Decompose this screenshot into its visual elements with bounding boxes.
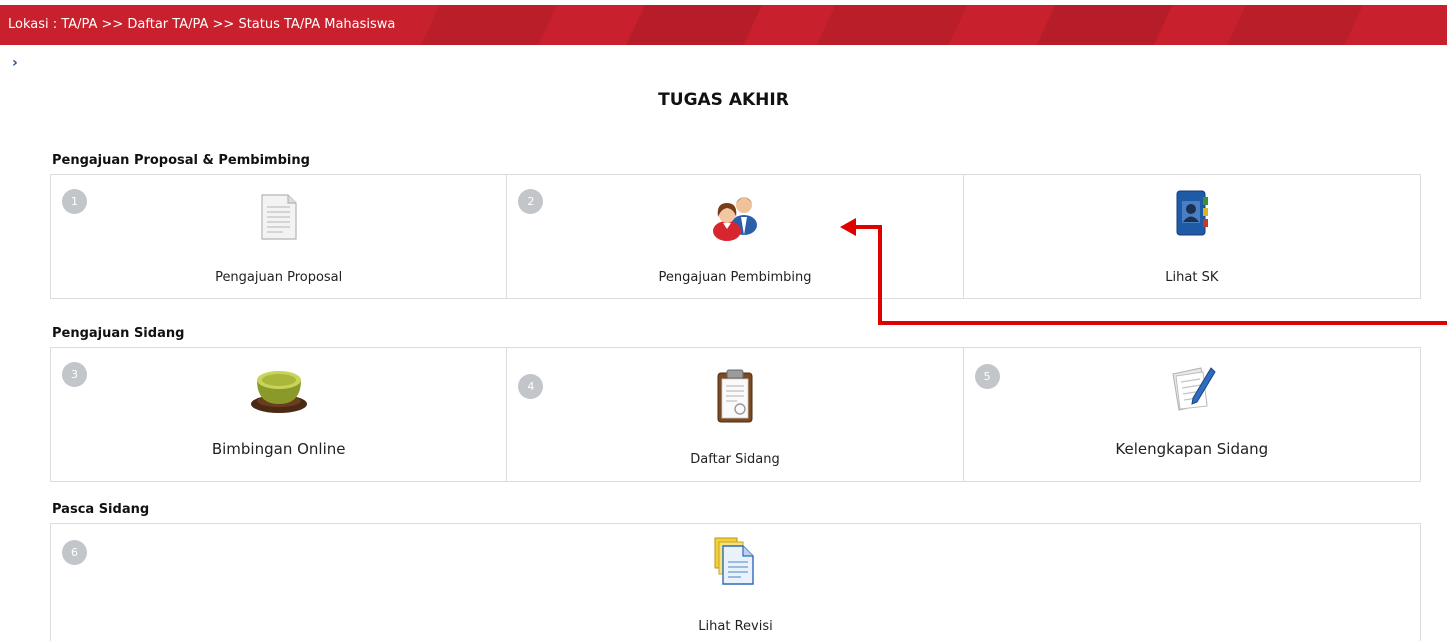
step-badge: 6 bbox=[62, 540, 87, 565]
location-bar: Lokasi : TA/PA >> Daftar TA/PA >> Status… bbox=[0, 5, 1447, 45]
tea-cup-icon bbox=[247, 362, 311, 420]
step-badge: 3 bbox=[62, 362, 87, 387]
people-icon bbox=[711, 191, 759, 245]
sidang-menu-grid: 3 Bimbingan Online 4 Daftar Sidang 5 Kel… bbox=[50, 347, 1421, 482]
menu-label: Daftar Sidang bbox=[690, 452, 780, 467]
notes-pencil-icon bbox=[1167, 364, 1217, 418]
menu-bimbingan-online[interactable]: 3 Bimbingan Online bbox=[51, 348, 508, 481]
page-title: TUGAS AKHIR bbox=[658, 90, 789, 110]
step-badge: 2 bbox=[518, 189, 544, 214]
step-badge: 4 bbox=[518, 374, 544, 399]
menu-label: Kelengkapan Sidang bbox=[1115, 440, 1269, 458]
clipboard-icon bbox=[715, 368, 755, 428]
document-icon bbox=[259, 193, 299, 245]
annotation-arrow-icon bbox=[840, 218, 1447, 325]
step-badge: 1 bbox=[62, 189, 87, 214]
section-title-proposal: Pengajuan Proposal & Pembimbing bbox=[52, 153, 310, 168]
section-title-sidang: Pengajuan Sidang bbox=[52, 326, 185, 341]
section-title-pasca-sidang: Pasca Sidang bbox=[52, 502, 150, 517]
menu-label: Bimbingan Online bbox=[211, 440, 346, 458]
sidebar-toggle-icon[interactable]: › bbox=[12, 55, 18, 71]
menu-pengajuan-proposal[interactable]: 1 Pengajuan Proposal bbox=[51, 175, 508, 298]
step-badge: 5 bbox=[974, 364, 1000, 389]
menu-lihat-revisi[interactable]: 6 Lihat Revisi bbox=[51, 524, 1420, 641]
menu-kelengkapan-sidang[interactable]: 5 Kelengkapan Sidang bbox=[964, 348, 1420, 481]
pasca-sidang-menu-grid: 6 Lihat Revisi bbox=[50, 523, 1421, 641]
menu-daftar-sidang[interactable]: 4 Daftar Sidang bbox=[507, 348, 964, 481]
breadcrumb: Lokasi : TA/PA >> Daftar TA/PA >> Status… bbox=[8, 17, 396, 32]
documents-stack-icon bbox=[713, 536, 759, 592]
menu-label: Lihat Revisi bbox=[698, 619, 773, 634]
menu-label: Pengajuan Proposal bbox=[215, 270, 343, 285]
